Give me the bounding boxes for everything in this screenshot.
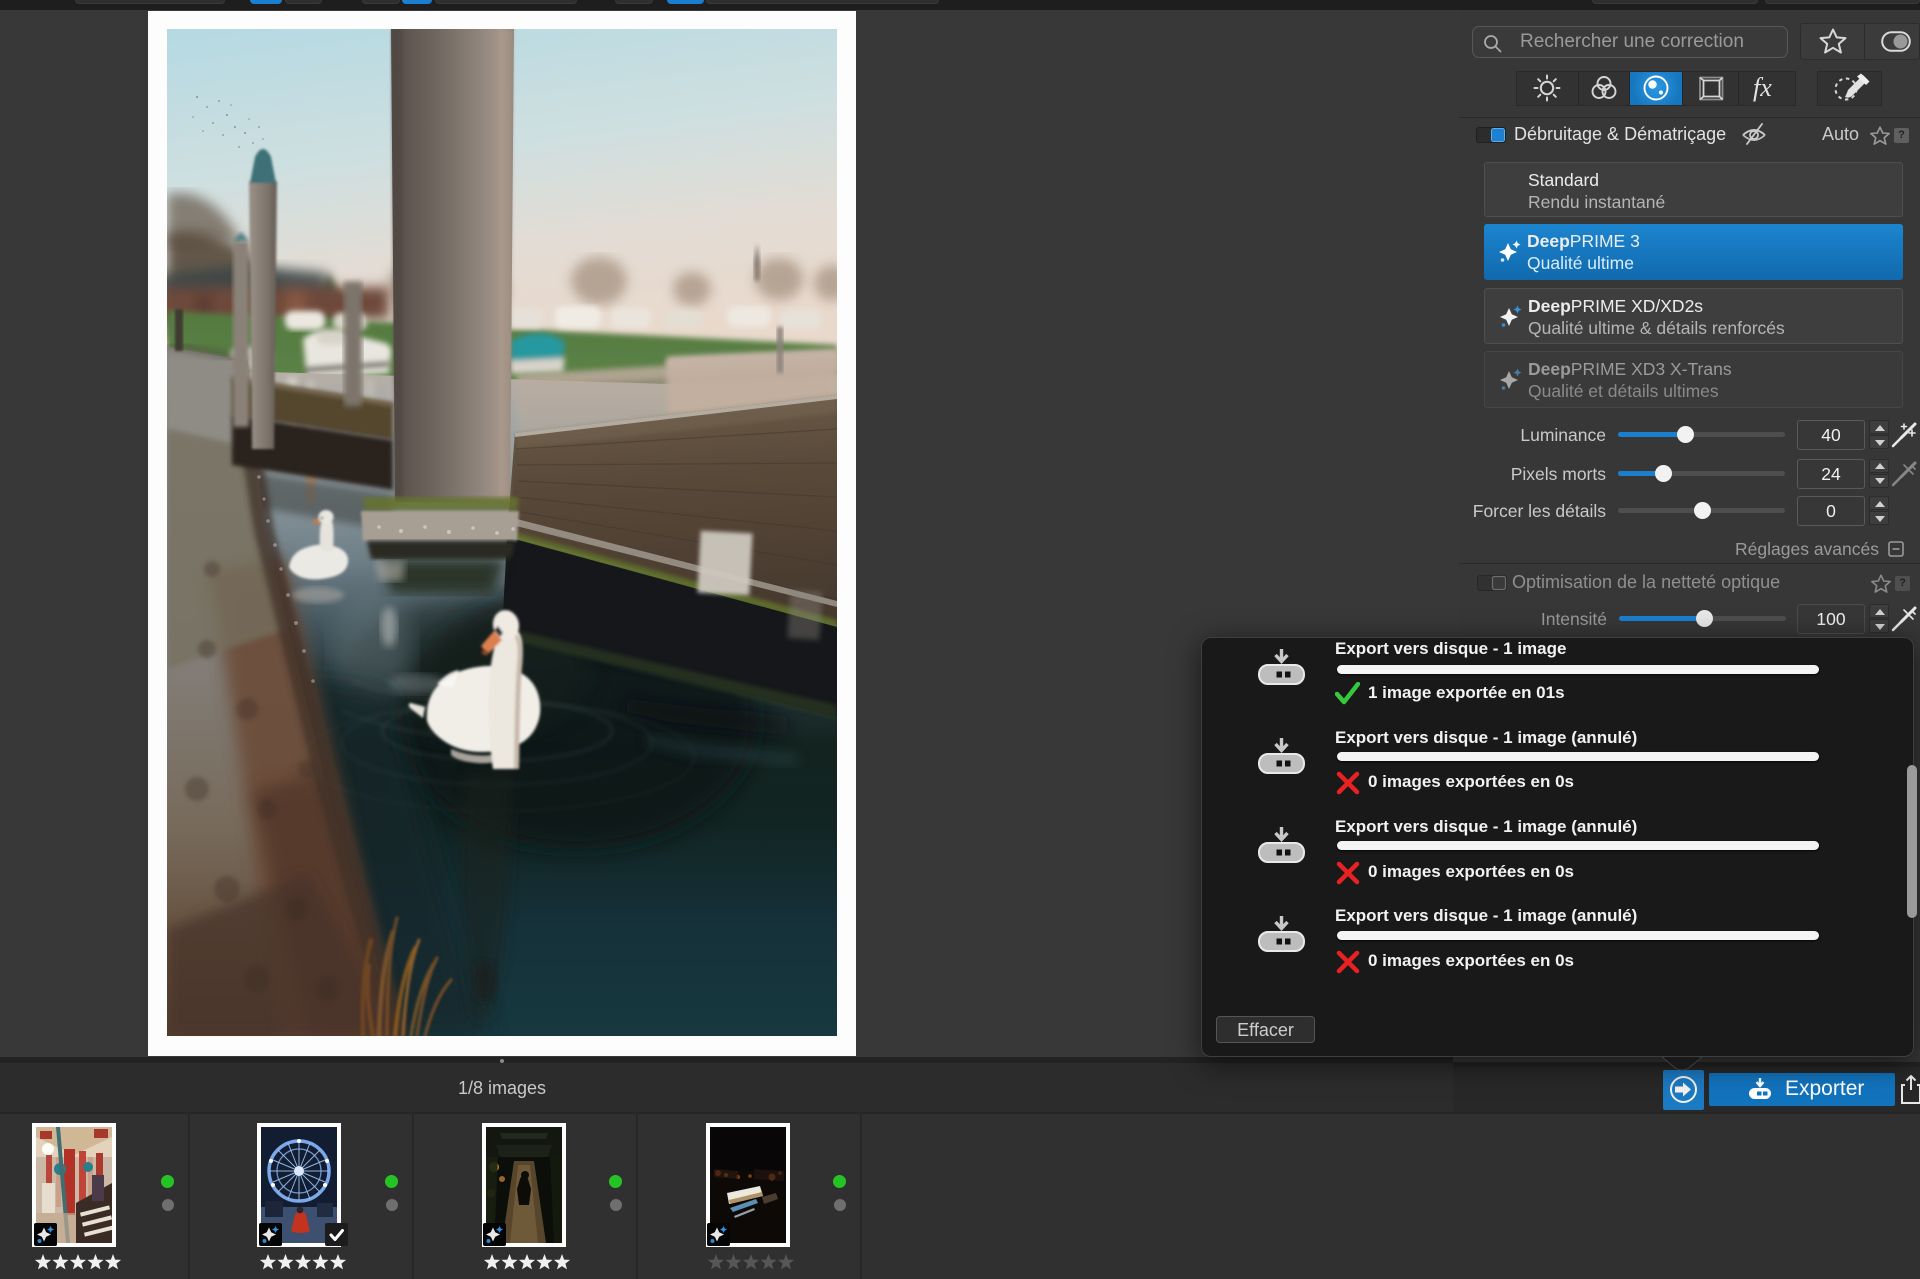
svg-text:fx: fx [1753,73,1772,102]
